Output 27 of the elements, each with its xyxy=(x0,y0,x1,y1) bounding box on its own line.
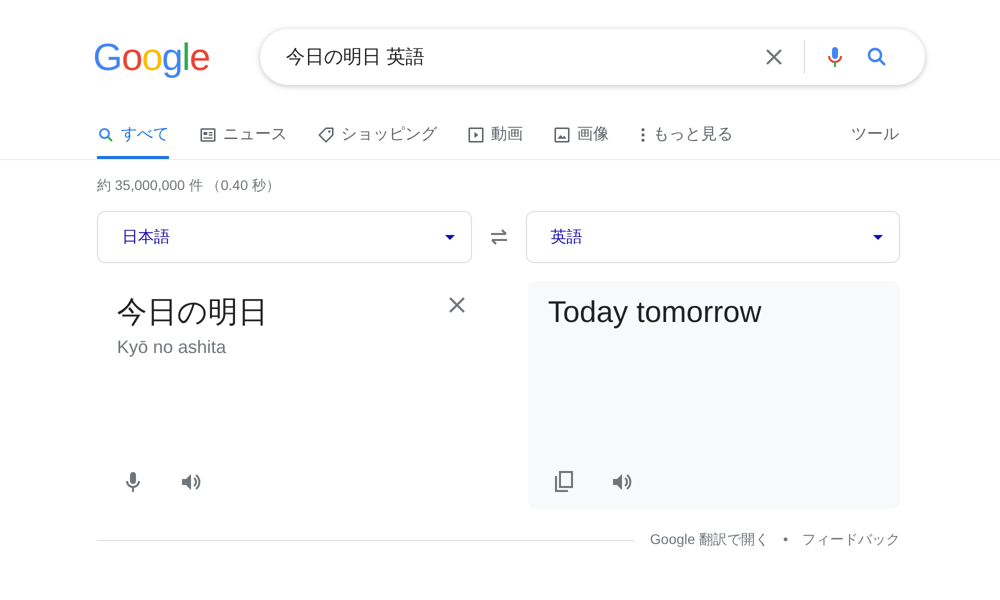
source-text[interactable]: 今日の明日 xyxy=(117,293,268,333)
nav-tab[interactable]: 動画 xyxy=(467,124,523,159)
tools-tab[interactable]: ツール xyxy=(851,124,899,159)
nav-tab[interactable]: ショッピング xyxy=(317,124,437,159)
nav-tab[interactable]: すべて xyxy=(97,124,169,159)
caret-icon xyxy=(873,234,883,240)
search-bar[interactable]: 今日の明日 英語 xyxy=(260,28,925,84)
image-icon xyxy=(553,126,571,144)
language-dropdown[interactable]: 英語 xyxy=(526,211,900,263)
search-query[interactable]: 今日の明日 英語 xyxy=(286,44,744,70)
newspaper-icon xyxy=(199,126,217,144)
nav-tab[interactable]: 画像 xyxy=(553,124,609,159)
nav-tab[interactable]: もっと見る xyxy=(639,124,733,159)
language-dropdown[interactable]: 日本語 xyxy=(97,211,472,263)
translation-text: Today tomorrow xyxy=(548,295,762,331)
separator-dot: • xyxy=(783,531,788,549)
copy-icon[interactable] xyxy=(552,470,576,494)
search-icon xyxy=(97,126,115,144)
tag-icon xyxy=(317,126,335,144)
result-stats: 約 35,000,000 件 （0.40 秒） xyxy=(97,177,281,195)
footer-link[interactable]: Google 翻訳で開く xyxy=(650,531,770,549)
more-icon xyxy=(639,126,647,144)
footer-link[interactable]: フィードバック xyxy=(802,531,900,549)
romanization-text: Kyō no ashita xyxy=(117,337,228,358)
caret-icon xyxy=(444,234,454,240)
nav-tab[interactable]: ニュース xyxy=(199,124,287,159)
play-icon xyxy=(467,126,485,144)
